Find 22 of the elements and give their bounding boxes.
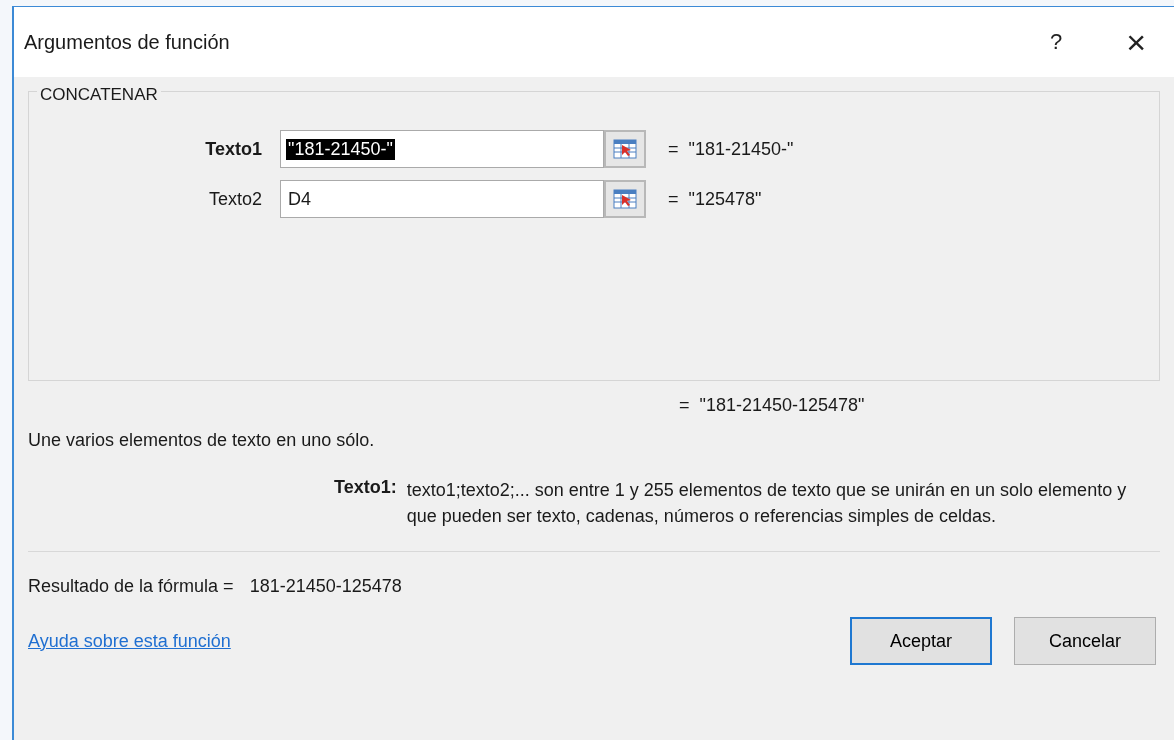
argument-help-text: texto1;texto2;... son entre 1 y 255 elementos de texto que se unirán en un solo elemento y que pueden ser texto, cadenas, números o referencias simples de celdas. [406, 479, 1128, 529]
argument-field[interactable]: "181-21450-" [280, 130, 604, 168]
spreadsheet-icon [613, 139, 637, 159]
ok-button[interactable]: Aceptar [850, 617, 992, 666]
formula-result-label: Resultado de la fórmula = [28, 576, 234, 598]
spreadsheet-icon [613, 189, 637, 209]
close-button[interactable]: × [1120, 22, 1152, 62]
argument-help-label: Texto1: [334, 477, 397, 499]
formula-result-value: 181-21450-125478 [249, 576, 402, 598]
range-select-button[interactable] [604, 180, 646, 218]
function-result: = "181-21450-125478" [679, 395, 865, 415]
function-description: Une varios elementos de texto en uno sólo. [28, 430, 376, 451]
range-select-button[interactable] [604, 130, 646, 168]
argument-field[interactable]: D4 [280, 180, 604, 218]
argument-result: = "125478" [668, 188, 762, 210]
argument-result: = "181-21450-" [668, 138, 794, 160]
window-title: Argumentos de función [24, 30, 231, 54]
help-link[interactable]: Ayuda sobre esta función [28, 630, 231, 652]
argument-label: Texto1 [204, 138, 263, 160]
cancel-button[interactable]: Cancelar [1014, 617, 1156, 666]
argument-label: Texto2 [207, 188, 263, 210]
help-button[interactable]: ? [1043, 22, 1069, 62]
